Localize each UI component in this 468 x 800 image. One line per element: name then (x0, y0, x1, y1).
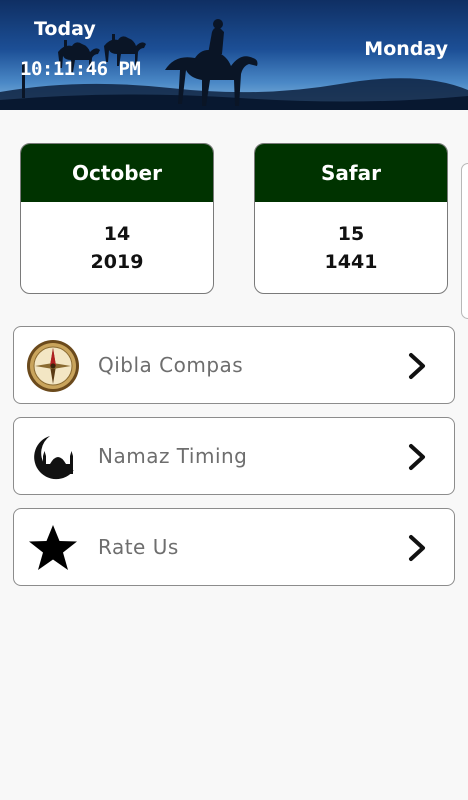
gregorian-year: 2019 (90, 251, 144, 273)
qibla-compass-button[interactable]: Qibla Compas (13, 326, 455, 404)
gregorian-month: October (21, 144, 213, 202)
rate-us-button[interactable]: Rate Us (13, 508, 455, 586)
chevron-right-icon (409, 444, 425, 470)
gregorian-day: 14 (103, 223, 131, 245)
side-drawer-handle[interactable] (461, 163, 468, 319)
chevron-right-icon (409, 353, 425, 379)
hijri-date-card: Safar 15 1441 (254, 143, 448, 294)
star-icon (29, 525, 77, 570)
compass-icon (27, 340, 79, 392)
hijri-day: 15 (337, 223, 365, 245)
hijri-year: 1441 (324, 251, 378, 273)
mosque-crescent-icon (34, 436, 74, 480)
namaz-timing-button[interactable]: Namaz Timing (13, 417, 455, 495)
today-label: Today (34, 18, 96, 40)
app-header: Today 10:11:46 PM Monday (0, 0, 468, 110)
chevron-right-icon (409, 535, 425, 561)
namaz-timing-label: Namaz Timing (98, 444, 248, 468)
weekday-label: Monday (364, 38, 448, 60)
gregorian-date-card: October 14 2019 (20, 143, 214, 294)
hijri-month: Safar (255, 144, 447, 202)
qibla-compass-label: Qibla Compas (98, 353, 244, 377)
current-time: 10:11:46 PM (20, 58, 141, 80)
rate-us-label: Rate Us (98, 535, 179, 559)
